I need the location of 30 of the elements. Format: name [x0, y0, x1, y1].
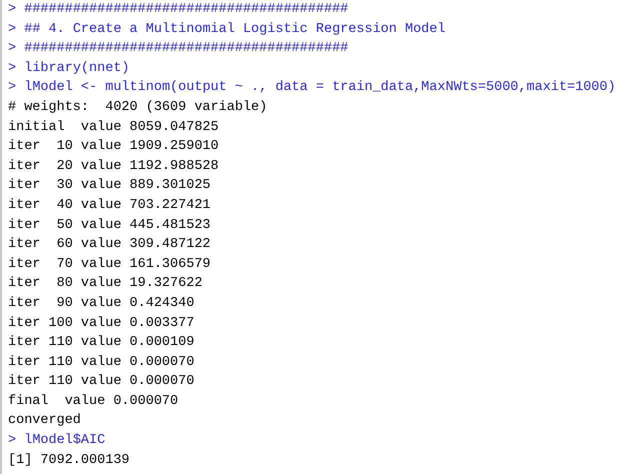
prompt-symbol: > [8, 41, 16, 56]
prompt-symbol: > [8, 22, 16, 37]
command-text: ## 4. Create a Multinomial Logistic Regression Model [24, 22, 446, 37]
output-text: iter 20 value 1192.988528 [8, 158, 220, 176]
command-text: lModel <- multinom(output ~ ., data = train_data,MaxNWts=5000,maxit=1000) [24, 80, 616, 96]
prompt-symbol: > [8, 80, 16, 96]
command-text: ######################################## [24, 41, 348, 56]
output-text: iter 80 value 19.327622 [8, 275, 204, 294]
output-text: iter 110 value 0.000070 [8, 354, 196, 372]
output-text: iter 110 value 0.000070 [8, 373, 196, 392]
output-text: # weights: 4020 (3609 variable) [8, 98, 268, 117]
command-text: library(nnet) [24, 60, 130, 76]
output-text: iter 60 value 309.487122 [8, 236, 212, 254]
prompt-symbol: > [8, 433, 16, 448]
output-text: iter 90 value 0.424340 [8, 294, 196, 313]
output-text: final value 0.000070 [8, 392, 180, 411]
output-text: iter 50 value 445.481523 [8, 216, 212, 235]
command-text: lModel$AIC [24, 433, 106, 448]
prompt-symbol: > [8, 2, 16, 17]
command-text: ######################################## [24, 2, 348, 17]
output-text: [1] 7092.000139 [8, 452, 131, 470]
output-text: iter 100 value 0.003377 [8, 314, 196, 332]
prompt-symbol: > [8, 60, 16, 76]
output-text: initial value 8059.047825 [8, 118, 220, 137]
output-text: converged [8, 412, 82, 430]
output-text: iter 30 value 889.301025 [8, 177, 212, 196]
output-text: iter 10 value 1909.259010 [8, 138, 220, 156]
output-text: iter 40 value 703.227421 [8, 196, 212, 215]
output-text: iter 70 value 161.306579 [8, 256, 212, 274]
output-text: iter 110 value 0.000109 [8, 334, 196, 352]
